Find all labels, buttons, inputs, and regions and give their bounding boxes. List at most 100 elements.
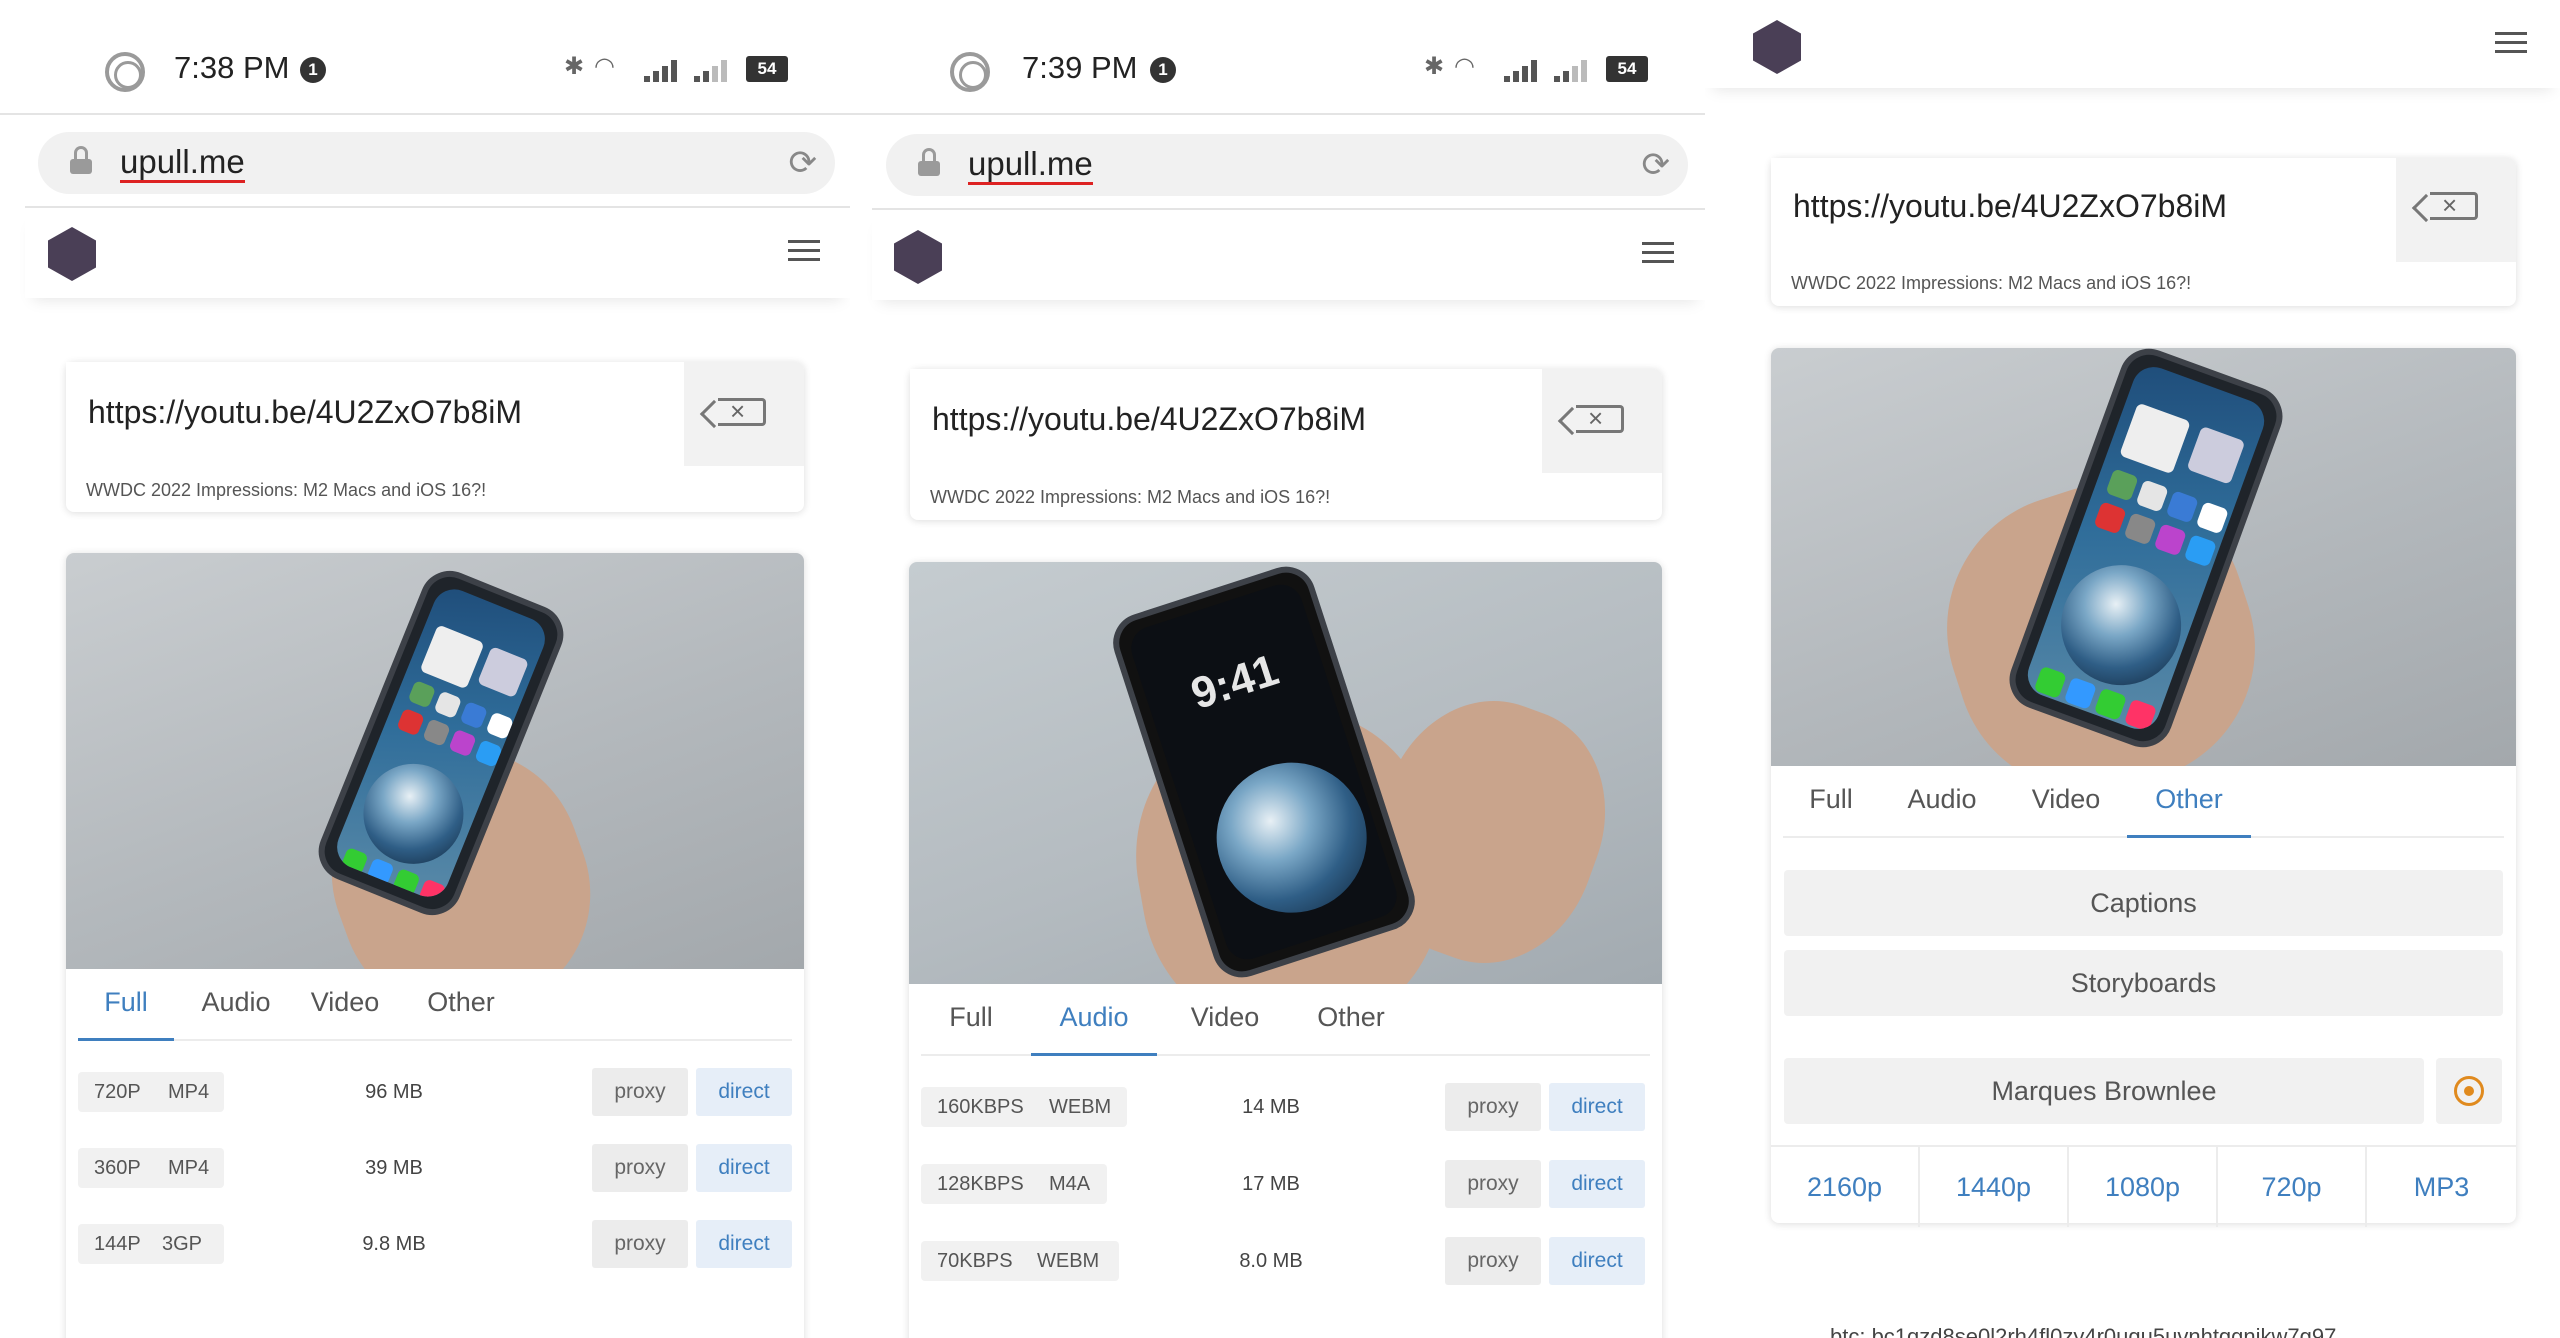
proxy-button[interactable]: proxy [1445,1160,1541,1208]
file-size: 8.0 MB [1239,1250,1303,1272]
download-row: 144P 3GP 9.8 MB proxy direct [78,1208,792,1270]
phone-screenshot-3: https://youtu.be/4U2ZxO7b8iM × WWDC 2022… [1705,0,2560,1338]
proxy-button[interactable]: proxy [1445,1237,1541,1285]
direct-button[interactable]: direct [1549,1160,1645,1208]
result-card: Full Audio Video Other 720P MP4 96 MB pro… [66,553,804,1338]
tab-video[interactable]: Video [300,969,390,1041]
battery-icon: 54 [746,56,788,82]
tab-other[interactable]: Other [2127,766,2251,838]
proxy-button[interactable]: proxy [592,1068,688,1116]
direct-button[interactable]: direct [1549,1083,1645,1131]
donation-address: btc: bc1qzd8se0l2rh4fl0zy4r0uqu5uvnhtqgn… [1830,1324,2337,1338]
reload-icon[interactable]: ⟳ [1642,148,1671,182]
quality-tag: 360P MP4 [78,1148,224,1188]
logo-icon[interactable] [894,230,942,284]
channel-button[interactable]: Marques Brownlee [1784,1058,2424,1124]
phone-screenshot-2: 7:39 PM 1 ✱ ◠ 54 upull.me ⟳ https://yout… [850,0,1705,1338]
status-time: 7:38 PM [174,50,290,85]
backspace-icon: × [2430,190,2478,220]
search-card: https://youtu.be/4U2ZxO7b8iM × WWDC 2022… [1771,158,2516,306]
download-row: 160KBPS WEBM 14 MB proxy direct [921,1071,1650,1133]
podcast-button[interactable] [2436,1058,2502,1124]
tab-full[interactable]: Full [78,969,174,1041]
download-row: 70KBPS WEBM 8.0 MB proxy direct [921,1225,1650,1287]
logo-icon[interactable] [1753,20,1801,74]
format-tabs: Full Audio Video Other [921,984,1650,1056]
res-1440p-button[interactable]: 1440p [1920,1147,2069,1227]
signal-icon-2 [694,58,732,82]
backspace-icon: × [718,396,766,426]
logo-icon[interactable] [48,227,96,281]
clear-button[interactable]: × [1542,369,1662,473]
bluetooth-icon: ✱ [564,53,585,80]
wifi-icon: ◠ [1454,53,1475,80]
tab-full[interactable]: Full [921,984,1021,1056]
mp3-button[interactable]: MP3 [2367,1147,2516,1227]
direct-button[interactable]: direct [1549,1237,1645,1285]
menu-icon[interactable] [788,240,820,262]
tab-audio[interactable]: Audio [192,969,280,1041]
file-size: 39 MB [365,1157,423,1179]
tab-other[interactable]: Other [1301,984,1401,1056]
status-bar: 7:38 PM 1 ✱ ◠ 54 [0,0,850,115]
clear-button[interactable]: × [2396,158,2516,262]
tab-audio[interactable]: Audio [1031,984,1157,1056]
tab-full[interactable]: Full [1783,766,1879,838]
file-size: 17 MB [1242,1173,1300,1195]
reload-icon[interactable]: ⟳ [789,146,818,180]
battery-icon: 54 [1606,56,1648,82]
video-thumbnail [66,553,804,969]
res-720p-button[interactable]: 720p [2218,1147,2367,1227]
browser-url-bar[interactable]: upull.me ⟳ [38,132,835,194]
clear-button[interactable]: × [684,362,804,466]
quality-tag: 70KBPS WEBM [921,1241,1119,1281]
file-size: 9.8 MB [362,1233,426,1255]
video-thumbnail: 9:41 [909,562,1662,984]
resolution-row: 2160p 1440p 1080p 720p MP3 [1771,1145,2516,1227]
tab-video[interactable]: Video [1175,984,1275,1056]
url-text: upull.me [120,144,245,183]
res-2160p-button[interactable]: 2160p [1771,1147,1920,1227]
direct-button[interactable]: direct [696,1144,792,1192]
browser-url-bar[interactable]: upull.me ⟳ [886,134,1688,196]
download-row: 128KBPS M4A 17 MB proxy direct [921,1148,1650,1210]
res-1080p-button[interactable]: 1080p [2069,1147,2218,1227]
proxy-button[interactable]: proxy [592,1220,688,1268]
tab-video[interactable]: Video [2011,766,2121,838]
quality-tag: 160KBPS WEBM [921,1087,1127,1127]
status-time: 7:39 PM [1022,50,1138,85]
app-header [872,210,1705,300]
notification-badge: 1 [300,57,326,83]
tab-other[interactable]: Other [416,969,506,1041]
direct-button[interactable]: direct [696,1220,792,1268]
video-url-input[interactable]: https://youtu.be/4U2ZxO7b8iM [66,362,684,466]
phone-screenshot-1: 7:38 PM 1 ✱ ◠ 54 upull.me ⟳ https://yout… [0,0,850,1338]
video-thumbnail [1771,348,2516,766]
bluetooth-icon: ✱ [1424,53,1445,80]
search-card: https://youtu.be/4U2ZxO7b8iM × WWDC 2022… [66,362,804,512]
format-tabs: Full Audio Video Other [1783,766,2504,838]
record-icon [950,52,990,92]
app-header [25,208,850,298]
captions-button[interactable]: Captions [1784,870,2503,936]
menu-icon[interactable] [2495,32,2527,54]
video-url-input[interactable]: https://youtu.be/4U2ZxO7b8iM [1771,158,2396,262]
proxy-button[interactable]: proxy [1445,1083,1541,1131]
direct-button[interactable]: direct [696,1068,792,1116]
menu-icon[interactable] [1642,242,1674,264]
signal-icon [1504,58,1542,82]
proxy-button[interactable]: proxy [592,1144,688,1192]
url-text: upull.me [968,146,1093,185]
signal-icon-2 [1554,58,1592,82]
tab-audio[interactable]: Audio [1887,766,1997,838]
app-header [1705,0,2560,88]
storyboards-button[interactable]: Storyboards [1784,950,2503,1016]
video-title: WWDC 2022 Impressions: M2 Macs and iOS 1… [1791,273,2192,293]
wifi-icon: ◠ [594,53,615,80]
quality-tag: 128KBPS M4A [921,1164,1107,1204]
format-tabs: Full Audio Video Other [78,969,792,1041]
video-title: WWDC 2022 Impressions: M2 Macs and iOS 1… [930,487,1331,507]
record-icon [105,52,145,92]
result-card: Full Audio Video Other Captions Storyboa… [1771,348,2516,1227]
video-url-input[interactable]: https://youtu.be/4U2ZxO7b8iM [910,369,1540,473]
